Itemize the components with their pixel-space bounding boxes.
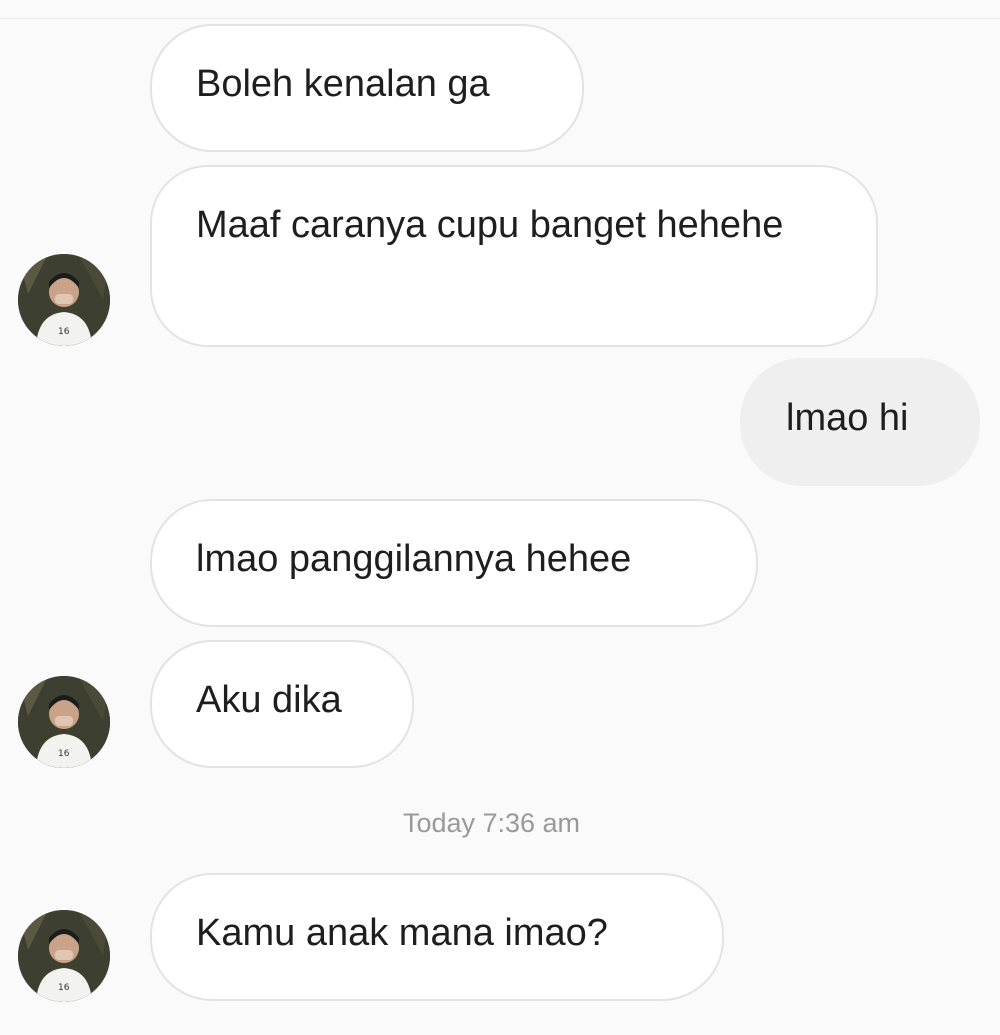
message-bubble-incoming[interactable]: Boleh kenalan ga <box>150 24 584 152</box>
svg-text:16: 16 <box>58 749 70 759</box>
message-text: Aku dika <box>196 679 342 721</box>
message-text: Kamu anak mana imao? <box>196 912 608 954</box>
svg-text:16: 16 <box>58 983 70 993</box>
profile-photo-icon[interactable]: 16 <box>18 254 110 346</box>
message-text: lmao hi <box>786 397 909 439</box>
svg-text:16: 16 <box>58 327 70 337</box>
header-divider <box>0 18 1000 19</box>
message-bubble-incoming[interactable]: Kamu anak mana imao? <box>150 873 724 1001</box>
profile-photo-icon[interactable]: 16 <box>18 910 110 1002</box>
message-text: Maaf caranya cupu banget hehehe <box>196 204 784 246</box>
message-bubble-incoming[interactable]: Aku dika <box>150 640 414 768</box>
profile-photo-icon[interactable]: 16 <box>18 676 110 768</box>
message-timestamp: Today 7:36 am <box>402 808 581 838</box>
message-text: Boleh kenalan ga <box>196 63 490 105</box>
message-bubble-incoming[interactable]: Maaf caranya cupu banget hehehe <box>150 165 878 347</box>
message-bubble-outgoing[interactable]: lmao hi <box>740 358 980 486</box>
message-bubble-incoming[interactable]: lmao panggilannya hehee <box>150 499 758 627</box>
message-text: lmao panggilannya hehee <box>196 538 632 580</box>
